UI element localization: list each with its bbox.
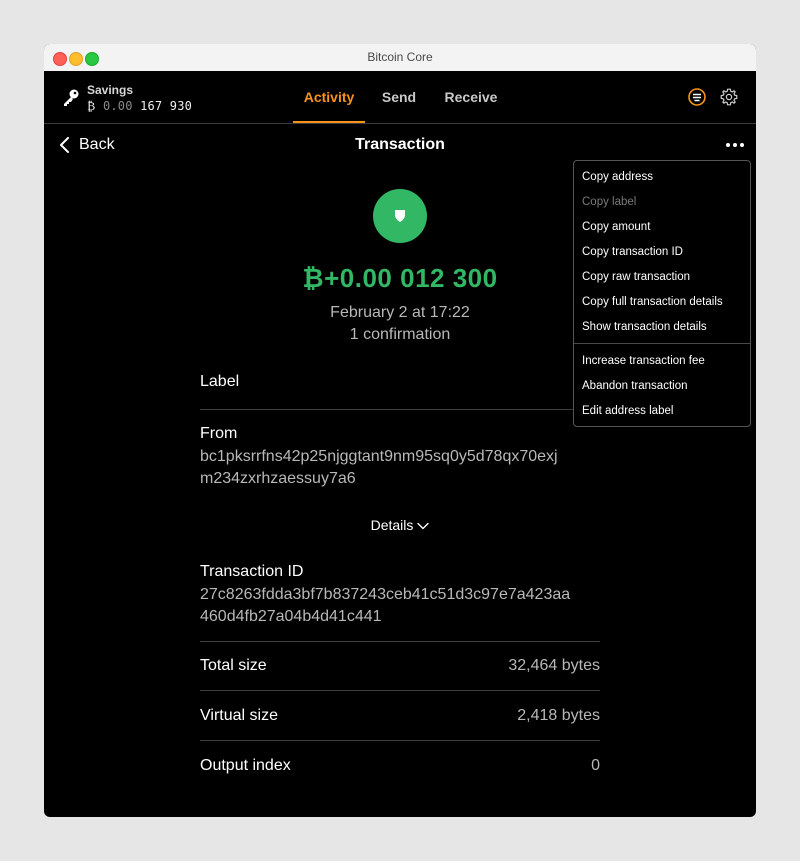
received-shield-icon: [395, 210, 405, 222]
menu-item-copy-address[interactable]: Copy address: [582, 171, 653, 183]
key-icon[interactable]: [61, 87, 81, 107]
from-heading: From: [200, 425, 238, 442]
txid-heading: Transaction ID: [200, 563, 304, 580]
menu-item-copy-amount[interactable]: Copy amount: [582, 221, 650, 233]
transaction-context-menu: Copy address Copy label Copy amount Copy…: [573, 160, 751, 427]
divider: [200, 409, 600, 410]
menu-item-show-details[interactable]: Show transaction details: [582, 321, 707, 333]
gear-icon[interactable]: [719, 87, 739, 107]
balance-main-digits: 167 930: [140, 99, 193, 113]
balance-dim-digits: 0.00: [102, 99, 133, 113]
menu-item-increase-fee[interactable]: Increase transaction fee: [582, 355, 705, 367]
bitcoin-symbol: ₿: [87, 99, 96, 113]
tab-receive-label: Receive: [444, 89, 498, 105]
chevron-down-icon: [417, 523, 430, 530]
tab-send-label: Send: [381, 89, 417, 105]
menu-item-abandon-transaction[interactable]: Abandon transaction: [582, 380, 688, 392]
divider: [200, 740, 600, 741]
menu-item-edit-address-label[interactable]: Edit address label: [582, 405, 673, 417]
page-title: Transaction: [355, 136, 445, 153]
title-bar: Bitcoin Core: [44, 44, 756, 72]
from-address[interactable]: bc1pksrrfns42p25njggtant9nm95sq0y5d78qx7…: [200, 446, 600, 490]
wallet-name[interactable]: Savings: [87, 83, 133, 97]
total-size-label: Total size: [200, 657, 267, 674]
window-title: Bitcoin Core: [367, 50, 433, 64]
transaction-id-line-2: 460d4fb27a04b4d41c441: [200, 608, 382, 625]
wallet-balance: ₿ 0.00 167 930: [87, 99, 192, 114]
total-size-value: 32,464 bytes: [508, 657, 600, 674]
label-heading: Label: [200, 373, 240, 390]
more-options-icon[interactable]: [723, 135, 747, 155]
divider: [200, 690, 600, 691]
divider: [200, 641, 600, 642]
network-status-icon[interactable]: [687, 87, 707, 107]
active-tab-indicator: [293, 121, 365, 123]
transaction-id-line-1: 27c8263fdda3bf7b837243ceb41c51d3c97e7a42…: [200, 586, 571, 603]
menu-item-copy-raw-transaction[interactable]: Copy raw transaction: [582, 271, 690, 283]
tab-send[interactable]: Send: [375, 71, 423, 123]
transaction-id[interactable]: 27c8263fdda3bf7b837243ceb41c51d3c97e7a42…: [200, 584, 600, 628]
output-index-label: Output index: [200, 757, 291, 774]
app-header: Savings ₿ 0.00 167 930 Activity Send Rec…: [44, 71, 756, 124]
virtual-size-label: Virtual size: [200, 707, 278, 724]
menu-item-copy-label: Copy label: [582, 196, 637, 208]
from-address-line-2: m234zxrhzaessuy7a6: [200, 470, 356, 487]
virtual-size-value: 2,418 bytes: [517, 707, 600, 724]
menu-item-copy-transaction-id[interactable]: Copy transaction ID: [582, 246, 683, 258]
tab-activity-label: Activity: [303, 89, 355, 105]
details-toggle[interactable]: Details: [44, 517, 756, 533]
tab-activity[interactable]: Activity: [293, 71, 365, 123]
menu-item-copy-full-details[interactable]: Copy full transaction details: [582, 296, 723, 308]
tab-receive[interactable]: Receive: [437, 71, 505, 123]
transaction-status-badge: [373, 189, 427, 243]
menu-separator: [574, 343, 750, 344]
output-index-value: 0: [591, 757, 600, 774]
app-window: Bitcoin Core Savings ₿ 0.00 167 930 Acti…: [44, 44, 756, 817]
details-label: Details: [370, 517, 414, 533]
from-address-line-1: bc1pksrrfns42p25njggtant9nm95sq0y5d78qx7…: [200, 448, 558, 465]
